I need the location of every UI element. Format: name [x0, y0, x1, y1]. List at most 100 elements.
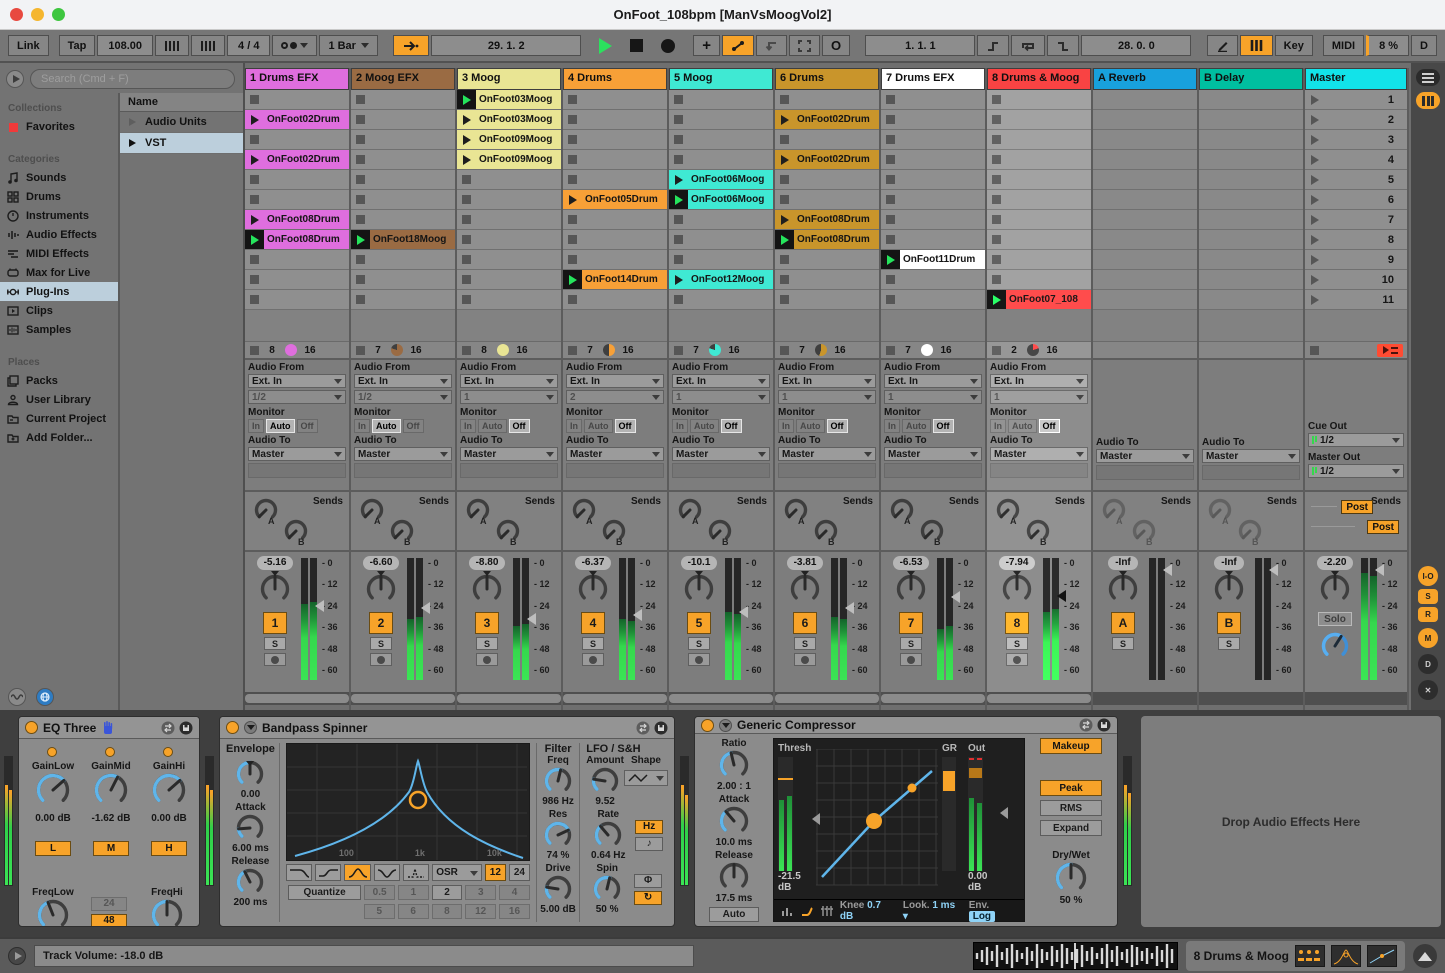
- solo-button[interactable]: S: [1006, 637, 1028, 650]
- preview-wave-icon[interactable]: [8, 688, 26, 706]
- meter-marker-icon[interactable]: [1375, 564, 1384, 576]
- clip-slot[interactable]: OnFoot08Drum: [245, 230, 349, 250]
- monitor-auto-button[interactable]: Auto: [1008, 419, 1037, 433]
- overdub-button[interactable]: +: [693, 35, 720, 56]
- clip-play-icon[interactable]: [245, 150, 264, 169]
- empty-clip-slot[interactable]: [775, 90, 879, 110]
- device-activator-icon[interactable]: [701, 719, 714, 732]
- sidebar-item-drums[interactable]: Drums: [0, 187, 118, 206]
- arm-button[interactable]: [582, 653, 604, 666]
- clip-name[interactable]: OnFoot02Drum: [264, 150, 349, 169]
- filter-type-notch-button[interactable]: [374, 864, 400, 881]
- monitor-in-button[interactable]: In: [460, 419, 476, 433]
- clip-slot[interactable]: OnFoot08Drum: [775, 230, 879, 250]
- output-select[interactable]: Master: [778, 447, 876, 461]
- solo-button[interactable]: S: [794, 637, 816, 650]
- input-type-select[interactable]: Ext. In: [672, 374, 770, 388]
- clip-stop-icon[interactable]: [780, 346, 789, 355]
- pan-knob[interactable]: [789, 573, 821, 605]
- volume-value[interactable]: -2.20: [1317, 556, 1354, 570]
- track-activator-button[interactable]: 1: [263, 612, 287, 634]
- empty-clip-slot[interactable]: [669, 90, 773, 110]
- empty-clip-slot[interactable]: [881, 150, 985, 170]
- track-header[interactable]: Master: [1305, 68, 1407, 90]
- clip-name[interactable]: OnFoot06Moog: [688, 190, 773, 209]
- quantize-0.5-button[interactable]: 0.5: [364, 885, 395, 900]
- clip-play-icon[interactable]: [245, 110, 264, 129]
- arrangement-position-field[interactable]: 29. 1. 2: [431, 35, 581, 56]
- track-activator-button[interactable]: 6: [793, 612, 817, 634]
- arm-button[interactable]: [476, 653, 498, 666]
- send-b-pre-post-button[interactable]: Post: [1367, 520, 1399, 534]
- amount-knob[interactable]: [590, 766, 620, 796]
- clip-play-icon[interactable]: [775, 210, 794, 229]
- empty-clip-slot[interactable]: [351, 250, 455, 270]
- empty-clip-slot[interactable]: [881, 190, 985, 210]
- stop-all-icon[interactable]: [1310, 346, 1319, 355]
- volume-value[interactable]: -6.53: [893, 556, 930, 570]
- monitor-off-button[interactable]: Off: [615, 419, 636, 433]
- monitor-in-button[interactable]: In: [672, 419, 688, 433]
- send-a-knob[interactable]: [677, 497, 703, 523]
- capture-midi-button[interactable]: [789, 35, 820, 56]
- empty-clip-slot[interactable]: [351, 150, 455, 170]
- attack-knob[interactable]: [718, 805, 750, 837]
- empty-clip-slot[interactable]: [775, 250, 879, 270]
- empty-clip-slot[interactable]: [563, 250, 667, 270]
- release-value[interactable]: 200 ms: [226, 897, 275, 908]
- quantize-6-button[interactable]: 6: [398, 904, 429, 919]
- meter-marker-icon[interactable]: [315, 600, 324, 612]
- send-a-knob[interactable]: [1207, 497, 1233, 523]
- search-input[interactable]: [30, 69, 235, 89]
- empty-clip-slot[interactable]: [987, 130, 1091, 150]
- mode-rms-button[interactable]: RMS: [1040, 800, 1102, 816]
- empty-clip-slot[interactable]: [245, 270, 349, 290]
- horizontal-scrollbar[interactable]: [669, 692, 773, 705]
- scene-play-icon[interactable]: [1311, 235, 1319, 245]
- computer-midi-keyboard-button[interactable]: [1240, 35, 1273, 56]
- env-amount-value[interactable]: 0.00: [226, 789, 275, 800]
- empty-clip-slot[interactable]: [987, 90, 1091, 110]
- empty-clip-slot[interactable]: [987, 190, 1091, 210]
- track-header[interactable]: 8 Drums & Moog: [987, 68, 1091, 90]
- device-drop-zone[interactable]: Drop Audio Effects Here: [1141, 716, 1441, 927]
- empty-clip-slot[interactable]: [245, 130, 349, 150]
- io-meter-toggle-icon[interactable]: [1416, 92, 1440, 109]
- input-type-select[interactable]: Ext. In: [354, 374, 452, 388]
- clip-slot[interactable]: OnFoot08Drum: [775, 210, 879, 230]
- freqhi-knob[interactable]: [150, 898, 184, 927]
- clip-slot[interactable]: OnFoot12Moog: [669, 270, 773, 290]
- selected-track-panel[interactable]: 8 Drums & Moog: [1186, 941, 1405, 971]
- scene-play-icon[interactable]: [1311, 115, 1319, 125]
- clip-play-icon[interactable]: [245, 210, 264, 229]
- mode-expand-button[interactable]: Expand: [1040, 820, 1102, 836]
- track-activator-button[interactable]: B: [1217, 612, 1241, 634]
- midi-map-button[interactable]: MIDI: [1323, 35, 1364, 56]
- send-b-knob[interactable]: [495, 518, 521, 544]
- monitor-in-button[interactable]: In: [248, 419, 264, 433]
- monitor-auto-button[interactable]: Auto: [690, 419, 719, 433]
- poles-12-button[interactable]: 12: [485, 864, 506, 881]
- empty-clip-slot[interactable]: [351, 270, 455, 290]
- device-title-bar[interactable]: EQ Three: [19, 717, 199, 739]
- horizontal-scrollbar[interactable]: [245, 692, 349, 705]
- stop-button[interactable]: [622, 35, 651, 56]
- preview-icon[interactable]: [6, 70, 24, 88]
- device-fold-icon[interactable]: [244, 721, 257, 734]
- attack-value[interactable]: 10.0 ms: [701, 837, 767, 848]
- volume-value[interactable]: -6.37: [575, 556, 612, 570]
- volume-value[interactable]: -Inf: [1108, 556, 1138, 570]
- save-preset-icon[interactable]: [1097, 718, 1111, 732]
- monitor-off-button[interactable]: Off: [1039, 419, 1060, 433]
- metronome-button[interactable]: [272, 35, 317, 56]
- clip-play-icon[interactable]: [457, 90, 476, 109]
- clip-stop-icon[interactable]: [356, 346, 365, 355]
- pan-knob[interactable]: [471, 573, 503, 605]
- solo-cue-button[interactable]: Solo: [1318, 612, 1352, 626]
- makeup-button[interactable]: Makeup: [1040, 738, 1102, 754]
- empty-clip-slot[interactable]: [775, 130, 879, 150]
- clip-slot[interactable]: OnFoot05Drum: [563, 190, 667, 210]
- filter-type-lowshelf-button[interactable]: [315, 864, 341, 881]
- volume-value[interactable]: -10.1: [681, 556, 718, 570]
- output-select[interactable]: Master: [1202, 449, 1300, 463]
